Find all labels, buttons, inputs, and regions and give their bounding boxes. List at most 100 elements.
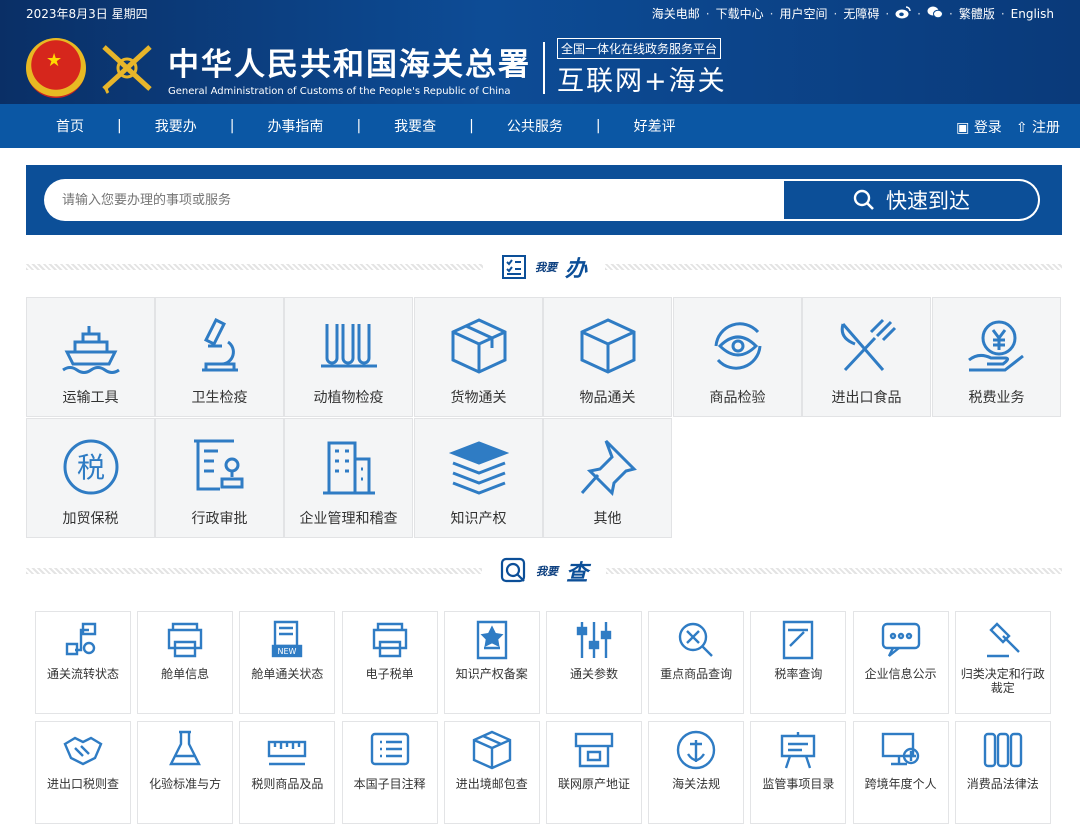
- main-nav: 首页 | 我要办 | 办事指南 | 我要查 | 公共服务 | 好差评 ▣ 登录 ⇧ 注册: [0, 104, 1080, 148]
- logo-row: ★ 中华人民共和国海关总署 General Administration of …: [26, 36, 727, 100]
- search-input[interactable]: [44, 179, 784, 221]
- query-card-19[interactable]: 跨境年度个人: [852, 721, 949, 824]
- link-download[interactable]: 下载中心: [716, 5, 764, 22]
- query-card-13[interactable]: 税则商品及品: [239, 721, 336, 824]
- nav-home[interactable]: 首页: [56, 116, 84, 136]
- query-card-label: 税率查询: [774, 667, 823, 681]
- new-doc-icon: NEW: [272, 620, 303, 658]
- share-icon: ⇧: [1015, 120, 1028, 136]
- list-icon: [370, 732, 409, 766]
- query-card-label: 进出口税则查: [46, 777, 119, 791]
- section-header-query: 我要查: [26, 556, 1063, 586]
- search-box: 快速到达: [44, 179, 1040, 221]
- query-card-11[interactable]: 进出口税则查: [35, 721, 131, 824]
- ruler-icon: [268, 740, 307, 766]
- eye-icon: [714, 322, 761, 370]
- platform-big: 互联网+海关: [557, 66, 727, 97]
- tile-enterprise[interactable]: 企业管理和稽查: [284, 418, 413, 538]
- query-card-9[interactable]: 企业信息公示: [852, 611, 949, 714]
- tile-bonded[interactable]: 税 加贸保税: [26, 418, 155, 538]
- tile-tax-fees[interactable]: 税费业务: [932, 297, 1061, 417]
- wechat-icon[interactable]: [927, 5, 943, 22]
- query-card-4[interactable]: 电子税单: [341, 611, 438, 714]
- query-card-17[interactable]: 海关法规: [648, 721, 745, 824]
- query-card-label: 舱单通关状态: [251, 667, 324, 681]
- nav-query[interactable]: 我要查: [394, 116, 436, 136]
- query-card-12[interactable]: 化验标准与方: [137, 721, 234, 824]
- query-card-15[interactable]: 进出境邮包查: [443, 721, 540, 824]
- query-card-5[interactable]: 知识产权备案: [443, 611, 540, 714]
- query-card-label: 跨境年度个人: [864, 777, 937, 791]
- tile-goods-clearance[interactable]: 物品通关: [543, 297, 672, 417]
- login-button[interactable]: ▣ 登录: [956, 117, 1002, 137]
- link-traditional[interactable]: 繁體版: [959, 5, 995, 22]
- query-card-2[interactable]: 舱单信息: [137, 611, 234, 714]
- date-text: 2023年8月3日 星期四: [26, 7, 148, 21]
- ship-icon: [61, 326, 120, 374]
- handshake-icon: [63, 736, 103, 766]
- section-header-do: 我要办: [26, 252, 1063, 282]
- tax-icon: 税: [63, 439, 118, 495]
- query-card-16[interactable]: 联网原产地证: [546, 721, 642, 824]
- tile-food[interactable]: 进出口食品: [802, 297, 931, 417]
- nav-public-service[interactable]: 公共服务: [507, 116, 563, 136]
- query-card-label: 舱单信息: [161, 667, 210, 681]
- query-card-label: 监管事项目录: [762, 777, 835, 791]
- nav-guide[interactable]: 办事指南: [267, 116, 323, 136]
- fork-knife-icon: [840, 318, 896, 372]
- tile-plant-animal[interactable]: 动植物检疫: [284, 297, 413, 417]
- approval-stamp-icon: [193, 439, 243, 491]
- tile-health-quarantine[interactable]: 卫生检疫: [155, 297, 284, 417]
- register-button[interactable]: ⇧ 注册: [1016, 117, 1060, 137]
- tile-other[interactable]: 其他: [543, 418, 672, 538]
- query-card-3[interactable]: NEW 舱单通关状态: [239, 611, 336, 714]
- query-card-label: 联网原产地证: [557, 777, 630, 791]
- nav-rating[interactable]: 好差评: [634, 116, 676, 136]
- tile-transport[interactable]: 运输工具: [26, 297, 155, 417]
- link-email[interactable]: 海关电邮: [652, 5, 700, 22]
- query-card-10[interactable]: 归类决定和行政裁定: [954, 611, 1051, 714]
- svg-text:税: 税: [76, 451, 104, 484]
- yuan-hand-icon: [967, 320, 1024, 372]
- site-header: 2023年8月3日 星期四 海关电邮 · 下载中心 · 用户空间 · 无障碍 · · ·…: [0, 0, 1080, 104]
- ticket-icon: [783, 620, 814, 660]
- search-x-icon: [678, 622, 714, 657]
- search-button[interactable]: 快速到达: [784, 179, 1040, 221]
- section-do-title: 办: [565, 257, 588, 282]
- site-title-block: 中华人民共和国海关总署 General Administration of Cu…: [168, 39, 531, 97]
- sliders-icon: [576, 622, 612, 658]
- svg-text:NEW: NEW: [278, 647, 297, 656]
- query-card-label: 消费品法律法: [966, 777, 1039, 791]
- title-divider: [543, 42, 545, 94]
- query-card-6[interactable]: 通关参数: [546, 611, 642, 714]
- auth-links: ▣ 登录 ⇧ 注册: [956, 117, 1060, 137]
- flask-icon: [169, 730, 202, 766]
- query-card-label: 海关法规: [672, 777, 721, 791]
- link-accessibility[interactable]: 无障碍: [843, 5, 879, 22]
- nav-do[interactable]: 我要办: [155, 116, 197, 136]
- query-card-8[interactable]: 税率查询: [750, 611, 847, 714]
- link-user-space[interactable]: 用户空间: [779, 5, 827, 22]
- pin-icon: [580, 439, 637, 497]
- site-title-en: General Administration of Customs of the…: [168, 86, 511, 97]
- query-card-14[interactable]: 本国子目注释: [341, 721, 438, 824]
- tile-inspection[interactable]: 商品检验: [673, 297, 802, 417]
- link-english[interactable]: English: [1011, 7, 1054, 21]
- weibo-icon[interactable]: [895, 5, 911, 22]
- tile-admin-approval[interactable]: 行政审批: [155, 418, 284, 538]
- checklist-icon: [502, 255, 526, 279]
- query-card-20[interactable]: 消费品法律法: [954, 721, 1051, 824]
- query-card-7[interactable]: 重点商品查询: [648, 611, 745, 714]
- query-card-1[interactable]: 通关流转状态: [35, 611, 131, 714]
- test-tubes-icon: [320, 324, 377, 368]
- query-card-label: 通关流转状态: [46, 667, 119, 681]
- tile-ip[interactable]: 知识产权: [414, 418, 543, 538]
- query-card-label: 电子税单: [365, 667, 414, 681]
- screen-icon: [881, 732, 919, 766]
- tile-cargo-clearance[interactable]: 货物通关: [414, 297, 543, 417]
- search-band: 快速到达: [26, 165, 1062, 235]
- customs-emblem-icon: [102, 45, 152, 94]
- books-icon: [448, 441, 509, 495]
- query-card-18[interactable]: 监管事项目录: [750, 721, 847, 824]
- microscope-icon: [201, 317, 238, 372]
